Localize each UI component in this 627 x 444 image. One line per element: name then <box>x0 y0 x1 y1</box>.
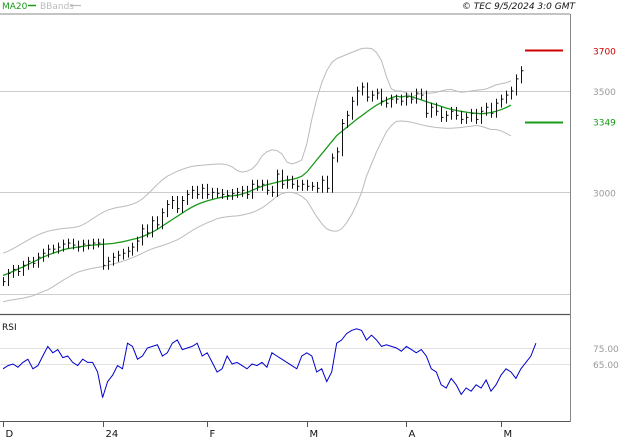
rsi-axis-labels: 75.00 65.00 <box>593 345 619 371</box>
price-axis-labels: 3700 3500 3349 3000 <box>593 47 616 199</box>
rsi-grid <box>0 348 570 365</box>
rsi-axis-label: 75.00 <box>593 345 619 355</box>
legend-ma20: MA20 <box>2 2 28 12</box>
price-bars <box>3 66 524 287</box>
rsi-axis-label: 65.00 <box>593 361 619 371</box>
x-axis-labels: D 24 F M A M <box>3 421 513 440</box>
x-axis-label: D <box>6 429 14 440</box>
price-axis-label: 3000 <box>593 189 616 199</box>
bb-lower-line <box>2 120 512 303</box>
x-axis-label: F <box>210 429 216 440</box>
x-axis-label: M <box>504 429 513 440</box>
price-axis-label: 3500 <box>593 88 616 98</box>
bb-upper-line <box>2 47 512 254</box>
price-axis-label: 3700 <box>593 47 616 57</box>
rsi-panel-title: RSI <box>2 323 17 333</box>
rsi-line <box>2 328 537 398</box>
copyright-text: © TEC 9/5/2024 3:0 GMT <box>462 2 577 12</box>
x-axis-label: A <box>409 429 416 440</box>
bollinger-bands <box>2 47 512 303</box>
rsi-path <box>2 328 537 398</box>
target-lines <box>525 49 563 124</box>
chart-svg: MA20 BBands © TEC 9/5/2024 3:0 GMT 37003… <box>0 2 619 440</box>
x-axis-label: 24 <box>106 429 119 440</box>
legend-bbands: BBands <box>40 2 74 12</box>
x-axis-label: M <box>310 429 319 440</box>
chart: MA20 BBands © TEC 9/5/2024 3:0 GMT 3700 3… <box>0 0 627 440</box>
price-axis-label: 3349 <box>593 119 616 129</box>
